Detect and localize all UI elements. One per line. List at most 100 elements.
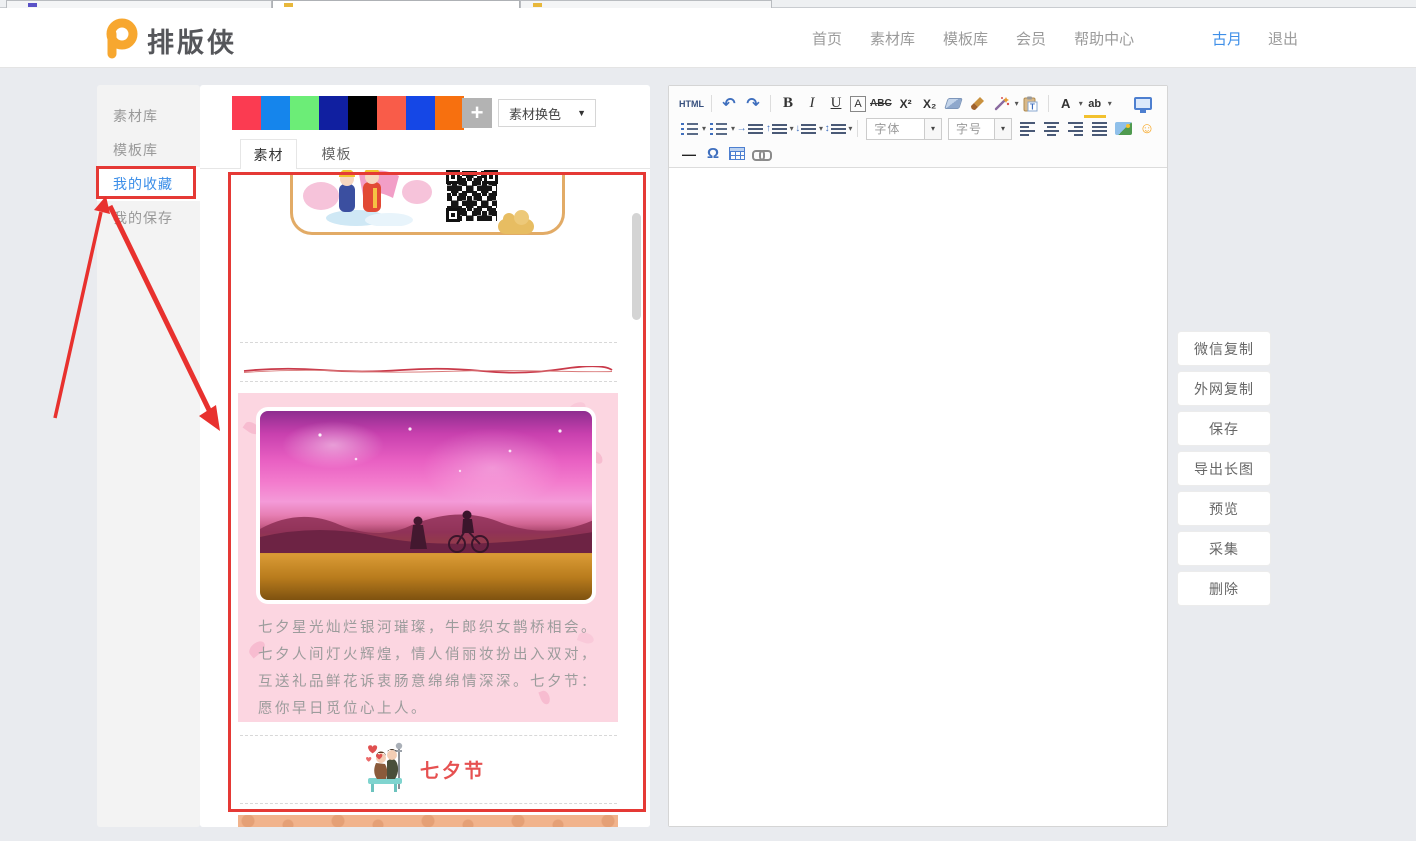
indent-icon[interactable]: → (737, 118, 762, 140)
wechat-copy-button[interactable]: 微信复制 (1178, 332, 1270, 365)
nav-link-home[interactable]: 首页 (812, 28, 842, 49)
material-qixi-heading[interactable]: 七夕节 (200, 740, 650, 798)
nav-link-materials[interactable]: 素材库 (870, 28, 915, 49)
materials-panel: + 素材换色 ▼ 素材 模板 (200, 85, 650, 827)
favicon (533, 3, 542, 7)
insert-image-icon[interactable] (1113, 118, 1133, 140)
font-family-value: 字体 (867, 120, 900, 137)
underline-button[interactable]: U (826, 93, 846, 115)
align-center-icon[interactable] (1041, 118, 1061, 140)
align-left-icon[interactable] (1017, 118, 1037, 140)
tab-material[interactable]: 素材 (240, 139, 297, 169)
recolor-dropdown[interactable]: 素材换色 ▼ (498, 99, 596, 127)
color-swatch-5[interactable] (348, 96, 377, 130)
font-family-caret-icon[interactable]: ▾ (924, 119, 941, 139)
add-color-button[interactable]: + (462, 98, 492, 128)
sidebar-item-favorites[interactable]: 我的收藏 (97, 167, 200, 201)
nav-username[interactable]: 古月 (1212, 8, 1242, 68)
ordered-list-icon[interactable] (679, 118, 699, 140)
line-height-icon[interactable]: ↕ (825, 118, 845, 140)
brand-name: 排版侠 (147, 21, 237, 60)
font-color-caret-icon[interactable]: ▾ (1079, 99, 1083, 108)
material-moon-card[interactable] (238, 815, 618, 827)
browser-tab[interactable] (6, 0, 272, 8)
extranet-copy-button[interactable]: 外网复制 (1178, 372, 1270, 405)
font-size-caret-icon[interactable]: ▾ (994, 119, 1011, 139)
align-right-icon[interactable] (1065, 118, 1085, 140)
superscript-button[interactable]: X² (896, 93, 916, 115)
font-size-select[interactable]: 字号 ▾ (948, 118, 1012, 140)
emoji-icon[interactable]: ☺ (1137, 118, 1157, 140)
italic-button[interactable]: I (802, 93, 822, 115)
highlight-color-button[interactable]: ab (1085, 93, 1105, 115)
dashed-divider (240, 342, 617, 343)
redo-icon[interactable]: ↷ (743, 93, 763, 115)
romance-scene-image (256, 407, 596, 604)
horizontal-rule-button[interactable]: — (679, 143, 699, 165)
nav-link-templates[interactable]: 模板库 (943, 28, 988, 49)
panel-tabrow: 素材 模板 (200, 139, 650, 169)
editor-panel: HTML ↶ ↷ B I U A ABC X² X₂ (668, 85, 1168, 827)
brand[interactable]: 排版侠 (100, 17, 237, 64)
preview-button[interactable]: 预览 (1178, 492, 1270, 525)
color-swatch-2[interactable] (261, 96, 290, 130)
preview-scrollbar[interactable] (632, 213, 641, 320)
browser-tabstrip (0, 0, 1416, 8)
color-swatch-4[interactable] (319, 96, 348, 130)
wand-caret-icon[interactable]: ▾ (1015, 99, 1019, 108)
align-justify-icon[interactable] (1089, 118, 1109, 140)
line-height-caret-icon[interactable]: ▾ (848, 124, 852, 133)
material-preview-list[interactable]: 七夕星光灿烂银河璀璨，牛郎织女鹊桥相会。七夕人间灯火辉煌，情人俏丽妆扮出入双对，… (200, 170, 650, 827)
collect-button[interactable]: 采集 (1178, 532, 1270, 565)
browser-tab[interactable] (520, 0, 772, 8)
dashed-divider (240, 381, 617, 382)
spacing-top-caret-icon[interactable]: ▾ (790, 124, 794, 133)
fullscreen-monitor-icon[interactable] (1133, 93, 1153, 115)
ordered-list-caret-icon[interactable]: ▾ (702, 124, 706, 133)
color-swatch-7[interactable] (406, 96, 435, 130)
font-color-button[interactable]: A (1056, 93, 1076, 115)
brand-logo-icon (100, 17, 138, 64)
sidebar-item-materials[interactable]: 素材库 (97, 99, 200, 133)
color-swatch-3[interactable] (290, 96, 319, 130)
spacing-bottom-caret-icon[interactable]: ▾ (819, 124, 823, 133)
material-qixi-card[interactable]: 七夕星光灿烂银河璀璨，牛郎织女鹊桥相会。七夕人间灯火辉煌，情人俏丽妆扮出入双对，… (238, 393, 618, 722)
html-source-button[interactable]: HTML (679, 93, 704, 115)
highlight-color-caret-icon[interactable]: ▾ (1108, 99, 1112, 108)
save-button[interactable]: 保存 (1178, 412, 1270, 445)
app-root: 排版侠 首页 素材库 模板库 会员 帮助中心 古月 退出 素材库 模板库 我的收… (0, 0, 1416, 841)
special-char-button[interactable]: Ω (703, 143, 723, 165)
color-swatch-1[interactable] (232, 96, 261, 130)
nav-logout[interactable]: 退出 (1268, 8, 1298, 68)
editor-toolbar: HTML ↶ ↷ B I U A ABC X² X₂ (669, 86, 1167, 168)
toolbar-row-2: ▾ ▾ → ↑ ▾ ↓ ▾ ↕ ▾ 字体 ▾ 字号 ▾ (677, 116, 1159, 141)
format-painter-icon[interactable] (968, 93, 988, 115)
subscript-button[interactable]: X₂ (920, 93, 940, 115)
auto-format-wand-icon[interactable] (992, 93, 1012, 115)
insert-table-icon[interactable] (727, 143, 747, 165)
tab-template[interactable]: 模板 (308, 139, 365, 169)
editor-content-area[interactable] (669, 169, 1167, 826)
bold-button[interactable]: B (778, 93, 798, 115)
paragraph-spacing-bottom-icon[interactable]: ↓ (796, 118, 816, 140)
nav-link-help[interactable]: 帮助中心 (1074, 28, 1134, 49)
material-frame-qr[interactable] (290, 172, 565, 235)
color-swatch-6[interactable] (377, 96, 406, 130)
insert-link-icon[interactable] (751, 143, 771, 165)
export-image-button[interactable]: 导出长图 (1178, 452, 1270, 485)
font-size-value: 字号 (949, 120, 982, 137)
strikethrough-button[interactable]: ABC (870, 93, 892, 115)
delete-button[interactable]: 删除 (1178, 572, 1270, 605)
font-family-select[interactable]: 字体 ▾ (866, 118, 942, 140)
remove-format-icon[interactable] (944, 93, 964, 115)
char-border-button[interactable]: A (850, 96, 866, 112)
unordered-list-caret-icon[interactable]: ▾ (731, 124, 735, 133)
unordered-list-icon[interactable] (708, 118, 728, 140)
sidebar-item-saved[interactable]: 我的保存 (97, 201, 200, 235)
undo-icon[interactable]: ↶ (719, 93, 739, 115)
paragraph-spacing-top-icon[interactable]: ↑ (766, 118, 786, 140)
nav-link-member[interactable]: 会员 (1016, 28, 1046, 49)
sidebar-item-templates[interactable]: 模板库 (97, 133, 200, 167)
color-swatch-8[interactable] (435, 96, 464, 130)
paste-as-text-icon[interactable]: T (1021, 93, 1041, 115)
